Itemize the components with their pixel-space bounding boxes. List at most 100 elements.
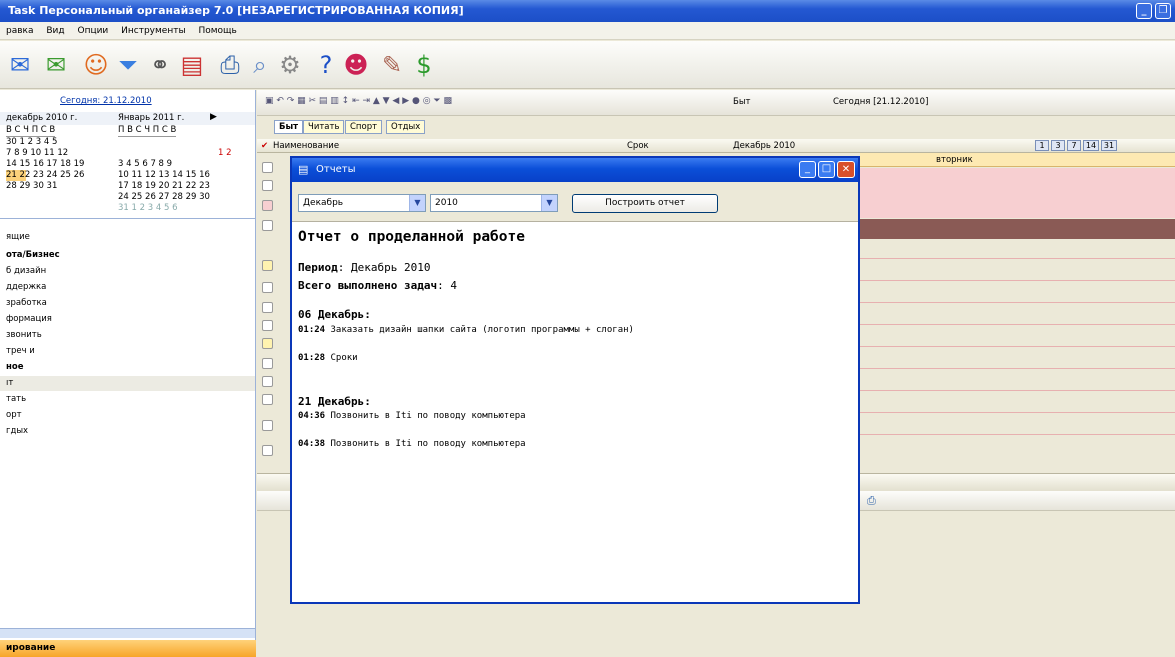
column-name[interactable]: Наименование bbox=[273, 139, 339, 153]
dialog-title: Отчеты bbox=[316, 164, 356, 175]
row-checkbox[interactable] bbox=[262, 162, 273, 173]
minimize-button[interactable]: _ bbox=[1136, 3, 1152, 19]
menu-edit[interactable]: равка bbox=[6, 26, 33, 36]
cal2-row[interactable]: 1 2 bbox=[218, 148, 232, 159]
row-checkbox[interactable] bbox=[262, 376, 273, 387]
row-checkbox[interactable] bbox=[262, 394, 273, 405]
view-3-button[interactable]: 3 bbox=[1051, 140, 1065, 151]
nav-item[interactable]: формация bbox=[0, 312, 255, 327]
toolbar-icons[interactable]: ▣ ↶ ↷ ▦ ✂ ▤ ▥ ↕ ⇤ ⇥ ▲ ▼ ◀ ▶ ● ◎ ⏷ ▩ bbox=[265, 96, 452, 106]
nav-item[interactable]: ное bbox=[0, 360, 255, 375]
settings-icon[interactable]: ⚙ bbox=[276, 51, 304, 79]
nav-item[interactable]: ящие bbox=[0, 230, 255, 245]
notes-icon[interactable]: ✎ bbox=[378, 51, 406, 79]
period-value: : Декабрь 2010 bbox=[337, 261, 431, 274]
entry-time: 04:38 bbox=[298, 439, 326, 449]
row-checkbox[interactable] bbox=[262, 220, 273, 231]
nav-item[interactable]: ддержка bbox=[0, 280, 255, 295]
year-select[interactable]: 2010 ▼ bbox=[430, 194, 558, 212]
money-icon[interactable]: $ bbox=[410, 51, 438, 79]
month-label: Декабрь 2010 bbox=[733, 141, 796, 151]
tab-read[interactable]: Читать bbox=[303, 120, 345, 134]
mail-icon[interactable]: ✉ bbox=[6, 51, 34, 79]
nav-item[interactable]: тать bbox=[0, 392, 255, 407]
view-7-button[interactable]: 7 bbox=[1067, 140, 1081, 151]
dialog-minimize-button[interactable]: _ bbox=[799, 161, 816, 178]
view-31-button[interactable]: 31 bbox=[1101, 140, 1117, 151]
row-checkbox[interactable] bbox=[262, 302, 273, 313]
print-small-icon[interactable]: ⎙ bbox=[867, 494, 876, 508]
cal2-row[interactable]: 24 25 26 27 28 29 30 bbox=[118, 192, 210, 203]
nav-item-selected[interactable]: ıт bbox=[0, 376, 255, 391]
row-checkbox[interactable] bbox=[262, 320, 273, 331]
print-icon[interactable]: ⎙ bbox=[216, 51, 244, 79]
row-checkbox[interactable] bbox=[262, 260, 273, 271]
cal1-row[interactable]: 14 15 16 17 18 19 bbox=[6, 159, 84, 170]
cal1-row[interactable]: 28 29 30 31 bbox=[6, 181, 57, 192]
weekdays-2: П В С Ч П С В bbox=[118, 125, 177, 137]
app-title: Task Персональный органайзер 7.0 [НЕЗАРЕ… bbox=[8, 4, 464, 17]
help-icon[interactable]: ? bbox=[312, 51, 340, 79]
cal2-row[interactable]: 10 11 12 13 14 15 16 bbox=[118, 170, 210, 181]
tab-byt[interactable]: Быт bbox=[274, 120, 304, 134]
month-select[interactable]: Декабрь ▼ bbox=[298, 194, 426, 212]
nav-item[interactable]: ота/Бизнес bbox=[0, 248, 255, 263]
tab-rest[interactable]: Отдых bbox=[386, 120, 426, 134]
day-column-header: вторник bbox=[860, 153, 1175, 167]
column-deadline[interactable]: Срок bbox=[627, 139, 649, 153]
restore-button[interactable]: ❐ bbox=[1155, 3, 1171, 19]
secondary-toolbar: ▣ ↶ ↷ ▦ ✂ ▤ ▥ ↕ ⇤ ⇥ ▲ ▼ ◀ ▶ ● ◎ ⏷ ▩ Быт … bbox=[257, 90, 1175, 116]
dialog-title-bar[interactable]: ▤ Отчеты _ □ ✕ bbox=[292, 158, 858, 182]
cal2-row[interactable]: 31 1 2 3 4 5 6 bbox=[118, 203, 177, 214]
document-icon[interactable]: ▤ bbox=[178, 51, 206, 79]
contacts-icon[interactable]: ☺ bbox=[82, 51, 110, 79]
dialog-controls: Декабрь ▼ 2010 ▼ Построить отчет bbox=[292, 182, 858, 222]
users-icon[interactable]: ☻ bbox=[342, 51, 370, 79]
nav-item[interactable]: б дизайн bbox=[0, 264, 255, 279]
build-report-button[interactable]: Построить отчет bbox=[572, 194, 718, 213]
tab-sport[interactable]: Спорт bbox=[345, 120, 383, 134]
menu-help[interactable]: Помощь bbox=[198, 26, 236, 36]
bottom-section-bar[interactable]: ирование bbox=[0, 640, 256, 657]
dialog-close-button[interactable]: ✕ bbox=[837, 161, 855, 178]
entry-text: Позвонить в Iti по поводу компьютера bbox=[325, 411, 526, 421]
chevron-down-icon[interactable]: ▼ bbox=[409, 195, 425, 211]
menu-options[interactable]: Опции bbox=[77, 26, 108, 36]
row-checkbox[interactable] bbox=[262, 200, 273, 211]
nav-item[interactable]: треч и bbox=[0, 344, 255, 359]
byt-dropdown[interactable]: Быт bbox=[733, 97, 751, 107]
row-checkbox[interactable] bbox=[262, 282, 273, 293]
preview-icon[interactable]: ⌕ bbox=[246, 51, 274, 79]
chevron-down-icon[interactable]: ▼ bbox=[541, 195, 557, 211]
nav-item[interactable]: орт bbox=[0, 408, 255, 423]
cal2-row[interactable]: 17 18 19 20 21 22 23 bbox=[118, 181, 210, 192]
row-checkbox[interactable] bbox=[262, 420, 273, 431]
cal1-row-today[interactable]: 21 22 23 24 25 26 bbox=[6, 170, 85, 181]
menu-tools[interactable]: Инструменты bbox=[121, 26, 185, 36]
row-checkbox[interactable] bbox=[262, 445, 273, 456]
search-binoculars-icon[interactable]: ⚭ bbox=[146, 51, 174, 79]
menu-view[interactable]: Вид bbox=[46, 26, 64, 36]
entry-text: Сроки bbox=[325, 353, 358, 363]
dialog-maximize-button[interactable]: □ bbox=[818, 161, 835, 178]
row-checkbox[interactable] bbox=[262, 358, 273, 369]
nav-item[interactable]: звонить bbox=[0, 328, 255, 343]
view-14-button[interactable]: 14 bbox=[1083, 140, 1099, 151]
view-1-button[interactable]: 1 bbox=[1035, 140, 1049, 151]
report-entry: 01:28 Сроки bbox=[298, 353, 358, 363]
today-link[interactable]: Сегодня: 21.12.2010 bbox=[60, 96, 152, 106]
cal1-row[interactable]: 7 8 9 10 11 12 bbox=[6, 148, 68, 159]
next-month-icon[interactable]: ▶ bbox=[210, 112, 217, 122]
today-dropdown[interactable]: Сегодня [21.12.2010] bbox=[833, 97, 928, 107]
nav-item[interactable]: гдых bbox=[0, 424, 255, 439]
row-checkbox[interactable] bbox=[262, 338, 273, 349]
filter-icon[interactable]: ⏷ bbox=[114, 51, 142, 79]
row-checkbox[interactable] bbox=[262, 180, 273, 191]
send-icon[interactable]: ✉ bbox=[42, 51, 70, 79]
cal1-row[interactable]: 30 1 2 3 4 5 bbox=[6, 137, 57, 148]
day-cell-pink bbox=[860, 168, 1175, 218]
nav-item[interactable]: зработка bbox=[0, 296, 255, 311]
calendar-month-2: Январь 2011 г. bbox=[118, 113, 185, 123]
splitter[interactable] bbox=[0, 628, 255, 638]
cal2-row[interactable]: 3 4 5 6 7 8 9 bbox=[118, 159, 172, 170]
